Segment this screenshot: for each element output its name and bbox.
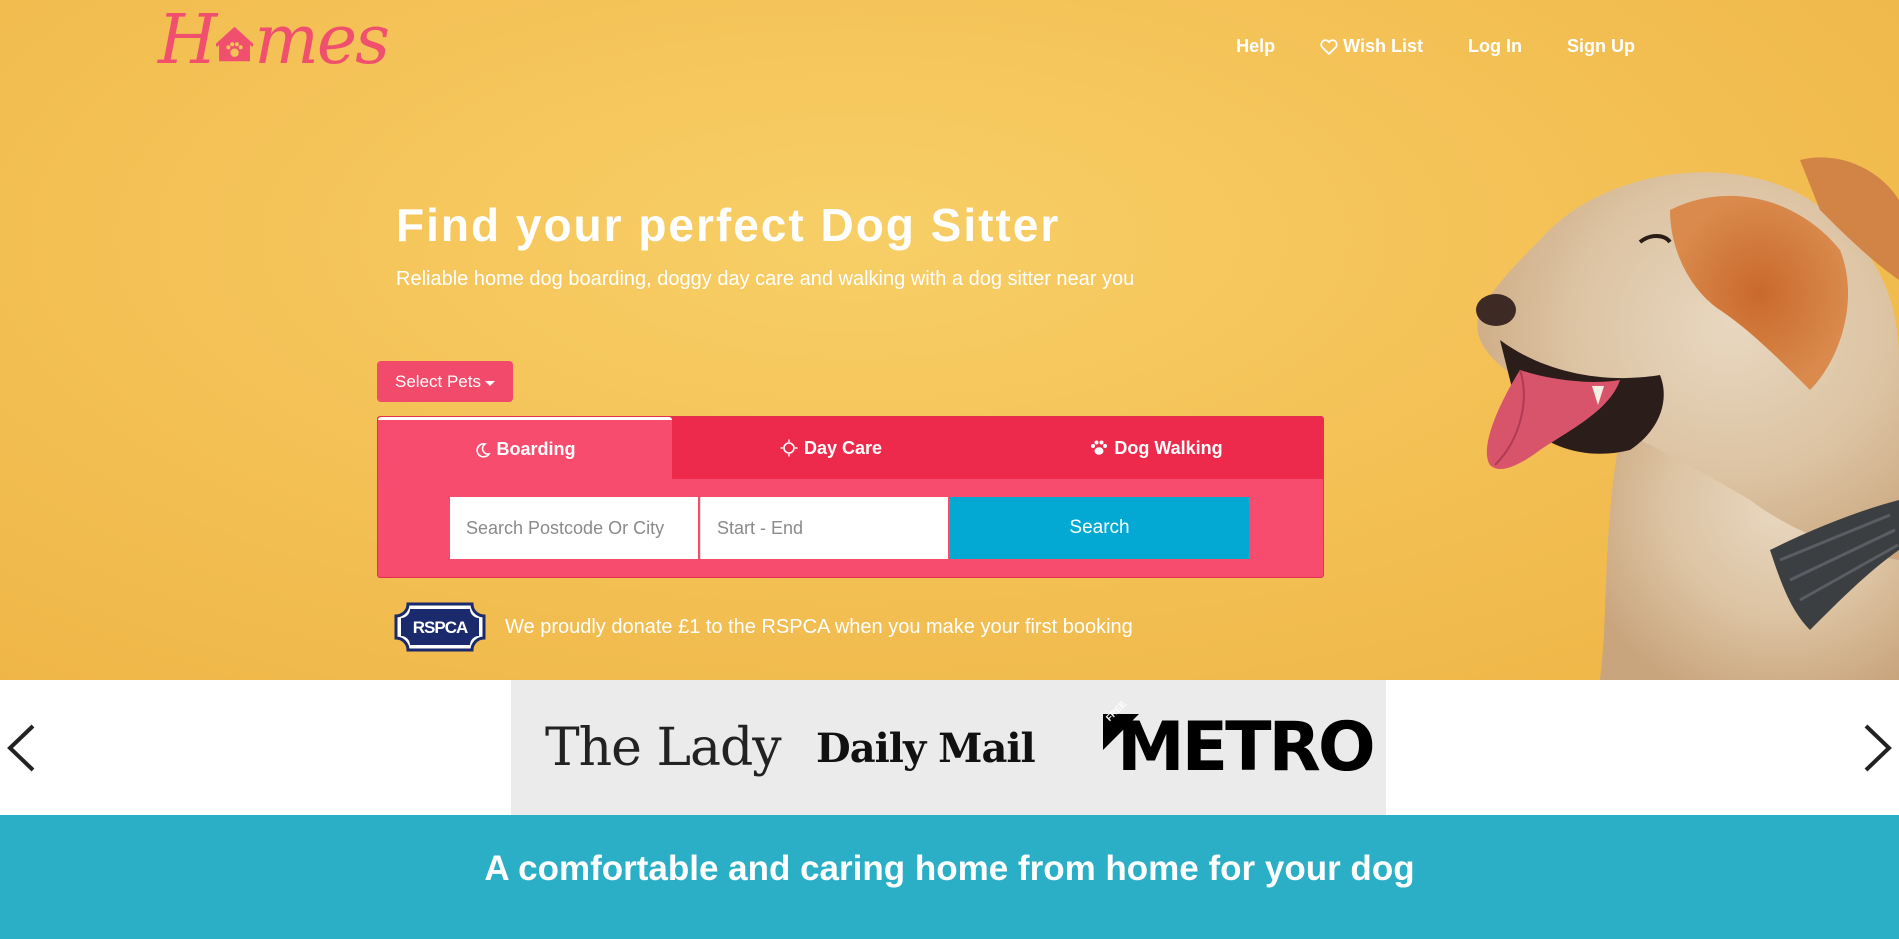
house-paw-icon (216, 26, 254, 62)
nav-login-link[interactable]: Log In (1468, 36, 1522, 57)
tab-boarding-label: Boarding (496, 439, 576, 459)
rspca-logo: RSPCA (394, 602, 486, 652)
press-logos-strip: The Lady Daily Mail FREE METRO (511, 680, 1386, 815)
logo-letters-mes: mes (254, 1, 390, 80)
search-button[interactable]: Search (950, 497, 1249, 559)
sun-icon (780, 439, 798, 457)
tab-dog-walking[interactable]: Dog Walking (990, 417, 1323, 479)
postcode-search-input[interactable] (450, 497, 698, 559)
tab-dog-walking-label: Dog Walking (1114, 437, 1223, 458)
dog-photo (1476, 157, 1899, 680)
daily-mail-logo: Daily Mail (816, 725, 1036, 772)
the-lady-logo: The Lady (545, 718, 782, 778)
nav-signup-link[interactable]: Sign Up (1567, 36, 1635, 57)
search-panel: Boarding Day Care Dog Walking Search Pos… (377, 416, 1324, 578)
metro-wordmark: METRO (1117, 708, 1376, 787)
service-tabs: Boarding Day Care Dog Walking (378, 417, 1323, 479)
select-pets-label: Select Pets (395, 371, 481, 391)
rspca-donation: RSPCA We proudly donate £1 to the RSPCA … (394, 602, 1133, 652)
date-range-input[interactable] (700, 497, 948, 559)
hero-subline: Reliable home dog boarding, doggy day ca… (396, 268, 1135, 290)
heart-icon (1320, 38, 1338, 55)
logo-letter-h: H (158, 1, 217, 80)
chevron-right-icon[interactable] (1849, 718, 1899, 778)
tagline-text: A comfortable and caring home from home … (484, 849, 1415, 888)
metro-logo: FREE METRO (1103, 699, 1376, 787)
free-badge: FREE (1103, 699, 1139, 750)
hero-section: H mes Help Wish List Log In Sign Up Find… (0, 0, 1899, 680)
select-pets-dropdown[interactable]: Select Pets (377, 361, 513, 402)
moon-icon (475, 442, 491, 458)
top-nav: Help Wish List Log In Sign Up (1236, 36, 1635, 57)
homes-logo[interactable]: H mes (158, 0, 390, 82)
nav-wishlist-link[interactable]: Wish List (1320, 36, 1423, 57)
nav-help-link[interactable]: Help (1236, 36, 1275, 57)
rspca-message: We proudly donate £1 to the RSPCA when y… (505, 615, 1133, 638)
hero-headline: Find your perfect Dog Sitter (396, 199, 1061, 251)
tab-boarding[interactable]: Boarding (378, 417, 672, 479)
tab-day-care-label: Day Care (803, 437, 883, 458)
tab-day-care[interactable]: Day Care (672, 417, 990, 479)
press-carousel: The Lady Daily Mail FREE METRO (0, 680, 1899, 815)
chevron-left-icon[interactable] (0, 718, 50, 778)
caret-down-icon (485, 380, 495, 386)
paw-icon (1091, 440, 1108, 455)
nav-wishlist-label: Wish List (1343, 36, 1424, 56)
tagline-banner: A comfortable and caring home from home … (0, 815, 1899, 939)
rspca-logo-text: RSPCA (413, 618, 468, 637)
